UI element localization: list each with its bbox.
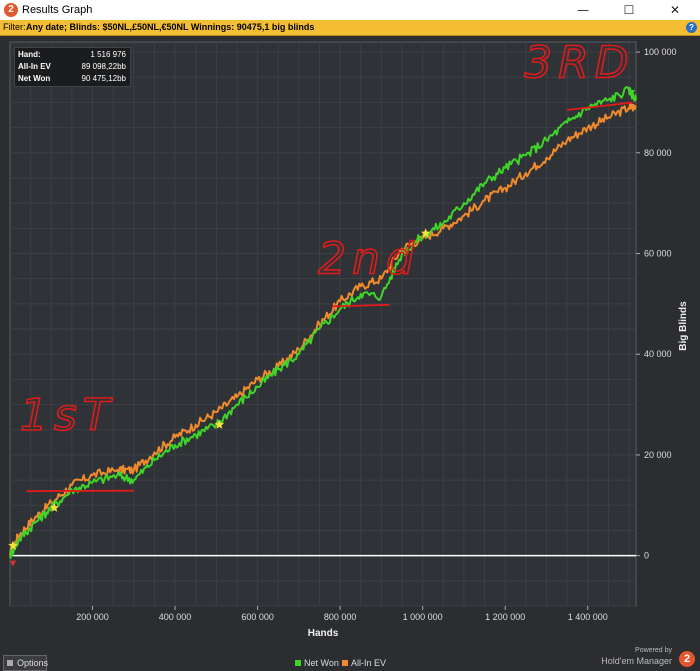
annotation-underline xyxy=(26,489,134,493)
filter-text: Any date; Blinds: $50NL,£50NL,€50NL Winn… xyxy=(26,22,315,32)
brand-logo-icon: 2 xyxy=(679,651,695,667)
powered-by-text: Powered by xyxy=(635,647,672,654)
x-axis-label: Hands xyxy=(308,628,339,639)
legend-item-net-won[interactable]: Net Won xyxy=(295,658,339,668)
maximize-icon[interactable]: ☐ xyxy=(606,0,652,20)
y-axis-label: Big Blinds xyxy=(678,301,689,351)
x-tick-label: 1 000 000 xyxy=(403,612,443,622)
x-tick-label: 800 000 xyxy=(324,612,357,622)
help-icon[interactable]: ? xyxy=(686,22,697,33)
info-value: 1 516 976 xyxy=(90,50,126,59)
x-tick-label: 400 000 xyxy=(159,612,192,622)
y-tick-label: 0 xyxy=(644,551,649,561)
legend-swatch xyxy=(342,660,348,666)
annotation-3: 3RD xyxy=(524,37,634,88)
x-tick-label: 1 400 000 xyxy=(568,612,608,622)
legend-label: Net Won xyxy=(304,658,339,668)
window-title: Results Graph xyxy=(22,4,93,16)
info-label: Net Won xyxy=(18,74,51,83)
options-button[interactable]: Options xyxy=(3,655,49,671)
y-tick-label: 40 000 xyxy=(644,349,672,359)
minimize-icon[interactable]: — xyxy=(560,0,606,20)
y-tick-label: 100 000 xyxy=(644,47,677,57)
info-row-allin-ev: All-In EV 89 098,22bb xyxy=(18,61,126,73)
info-value: 89 098,22bb xyxy=(81,62,127,71)
filter-bar: Filter: Any date; Blinds: $50NL,£50NL,€5… xyxy=(0,20,700,36)
y-tick-label: 20 000 xyxy=(644,450,672,460)
info-label: Hand: xyxy=(18,50,41,59)
filter-prefix: Filter: xyxy=(3,22,26,32)
info-value: 90 475,12bb xyxy=(81,74,127,83)
legend-swatch xyxy=(295,660,301,666)
info-row-hand: Hand: 1 516 976 xyxy=(18,49,126,61)
options-label: Options xyxy=(17,658,49,668)
bottom-bar: Options Net Won All-In EV xyxy=(0,654,700,671)
close-icon[interactable]: ✕ xyxy=(652,0,698,20)
app-logo-icon: 2 xyxy=(4,3,18,17)
info-label: All-In EV xyxy=(18,62,51,71)
product-name: Hold'em Manager xyxy=(601,656,672,666)
y-tick-label: 60 000 xyxy=(644,249,672,259)
annotation-1: 1sT xyxy=(20,390,116,441)
x-tick-label: 600 000 xyxy=(241,612,274,622)
results-chart: 200 000 400 000 600 000 800 000 1 000 000 1 2… xyxy=(8,36,689,639)
options-icon xyxy=(7,660,13,666)
info-row-net-won: Net Won 90 475,12bb xyxy=(18,73,126,85)
y-tick-label: 80 000 xyxy=(644,148,672,158)
title-bar: 2 Results Graph — ☐ ✕ xyxy=(0,0,700,20)
legend-item-allin-ev[interactable]: All-In EV xyxy=(342,658,386,668)
legend-label: All-In EV xyxy=(351,658,387,668)
hand-info-box: Hand: 1 516 976 All-In EV 89 098,22bb Ne… xyxy=(14,47,131,87)
x-tick-label: 200 000 xyxy=(76,612,109,622)
annotation-2: 2nd xyxy=(318,234,420,285)
x-tick-label: 1 200 000 xyxy=(485,612,525,622)
